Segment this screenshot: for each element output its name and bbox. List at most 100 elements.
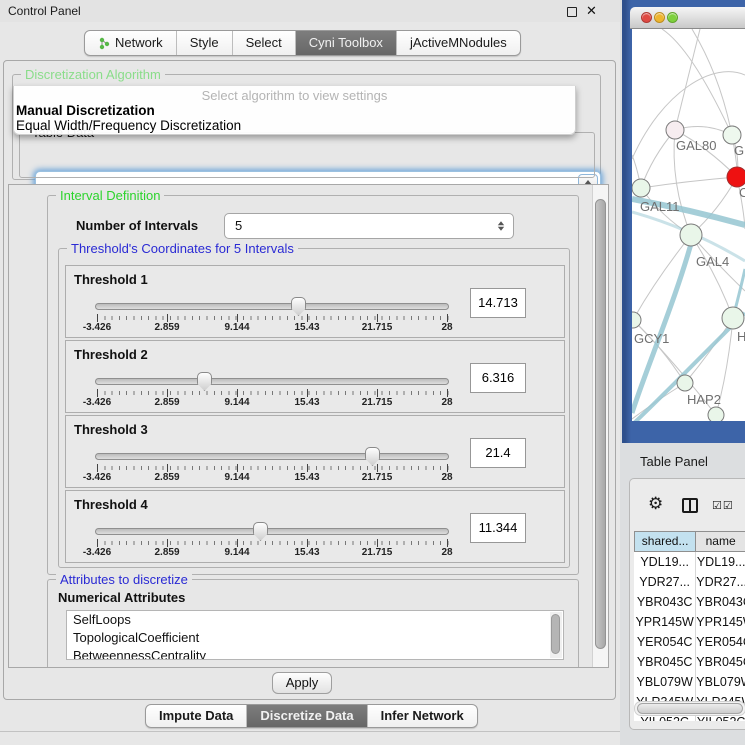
tab-select[interactable]: Select bbox=[232, 31, 295, 55]
table-row[interactable]: YBL079WYBL079W bbox=[634, 672, 745, 692]
table-row[interactable]: YER054CYER054C bbox=[634, 632, 745, 652]
node-gal4 bbox=[680, 224, 702, 246]
numerical-attributes-label: Numerical Attributes bbox=[58, 590, 185, 605]
group-title: Attributes to discretize bbox=[56, 572, 192, 587]
divider bbox=[0, 731, 620, 732]
table-row[interactable]: YBR045CYBR045C bbox=[634, 652, 745, 672]
threshold-label: Threshold 2 bbox=[74, 347, 148, 362]
number-of-intervals-label: Number of Intervals bbox=[76, 218, 198, 233]
group-title: Threshold's Coordinates for 5 Intervals bbox=[67, 241, 298, 256]
control-panel: Control Panel ✕ Network Style Select Cyn… bbox=[0, 0, 620, 745]
panel-title: Control Panel bbox=[8, 0, 81, 22]
node-gcy1 bbox=[632, 312, 641, 328]
node-gal11 bbox=[632, 179, 650, 197]
tab-discretize-data[interactable]: Discretize Data bbox=[246, 705, 366, 727]
threshold-3-slider[interactable] bbox=[95, 453, 449, 460]
threshold-label: Threshold 3 bbox=[74, 422, 148, 437]
node-partial-right bbox=[722, 307, 744, 329]
dropdown-option-manual[interactable]: Manual Discretization bbox=[14, 103, 575, 118]
tab-infer-network[interactable]: Infer Network bbox=[367, 705, 477, 727]
close-traffic-light-icon[interactable] bbox=[641, 12, 652, 23]
bottom-tab-bar: Impute Data Discretize Data Infer Networ… bbox=[145, 704, 478, 728]
threshold-3-panel: Threshold 3 -3.426 2.859 9.144 15.43 21.… bbox=[65, 415, 565, 488]
list-item[interactable]: SelfLoops bbox=[67, 611, 563, 629]
combo-arrows-icon bbox=[498, 221, 504, 231]
thresholds-coordinates-group: Threshold's Coordinates for 5 Intervals … bbox=[58, 248, 570, 568]
node-label-partial: H bbox=[737, 329, 745, 344]
numerical-attributes-list[interactable]: SelfLoops TopologicalCoefficient Between… bbox=[66, 610, 564, 660]
apply-button[interactable]: Apply bbox=[272, 672, 332, 694]
column-visibility-icon[interactable]: ☑☑ bbox=[712, 499, 734, 512]
interval-definition-group: Interval Definition Number of Intervals … bbox=[47, 195, 579, 575]
threshold-1-slider[interactable] bbox=[95, 303, 449, 310]
scrollbar-thumb[interactable] bbox=[637, 703, 743, 714]
dropdown-option-equal-width[interactable]: Equal Width/Frequency Discretization bbox=[14, 118, 575, 133]
table-row[interactable]: YPR145WYPR145W bbox=[634, 612, 745, 632]
table-row[interactable]: YBR043CYBR043C bbox=[634, 592, 745, 612]
zoom-traffic-light-icon[interactable] bbox=[667, 12, 678, 23]
algorithm-dropdown-popup: Select algorithm to view settings Manual… bbox=[13, 86, 576, 135]
node-partial-bottom bbox=[708, 407, 724, 421]
slider-thumb[interactable] bbox=[253, 522, 268, 541]
control-panel-titlebar: Control Panel ✕ bbox=[0, 0, 620, 22]
group-title: Discretization Algorithm bbox=[21, 67, 165, 82]
split-columns-icon[interactable] bbox=[682, 498, 698, 513]
tab-impute-data[interactable]: Impute Data bbox=[146, 705, 246, 727]
table-horizontal-scrollbar[interactable] bbox=[634, 701, 745, 716]
node-label-partial: G bbox=[734, 143, 744, 158]
threshold-4-slider[interactable] bbox=[95, 528, 449, 535]
table-panel: ⚙ ☑☑ shared... name YDL19...YDL19... YDR… bbox=[629, 478, 745, 730]
node-gal80 bbox=[666, 121, 684, 139]
network-window-titlebar[interactable] bbox=[630, 7, 745, 29]
slider-thumb[interactable] bbox=[291, 297, 306, 316]
table-data-group: Table Data galFiltered.sif default node bbox=[19, 132, 595, 178]
list-scrollbar[interactable] bbox=[550, 612, 562, 658]
list-item[interactable]: TopologicalCoefficient bbox=[67, 629, 563, 647]
column-header-name[interactable]: name bbox=[696, 531, 745, 552]
table-row[interactable]: YDL19...YDL19... bbox=[634, 552, 745, 572]
settings-scrollbar[interactable] bbox=[592, 185, 608, 667]
node-label-hap2: HAP2 bbox=[687, 392, 721, 407]
threshold-2-value-field[interactable]: 6.316 bbox=[470, 363, 526, 393]
attributes-to-discretize-group: Attributes to discretize Numerical Attri… bbox=[47, 579, 579, 668]
threshold-2-panel: Threshold 2 -3.426 2.859 9.144 15.43 21.… bbox=[65, 340, 565, 413]
list-item[interactable]: BetweennessCentrality bbox=[67, 647, 563, 660]
tab-jactivemnodules[interactable]: jActiveMNodules bbox=[396, 31, 520, 55]
table-panel-title: Table Panel bbox=[640, 454, 708, 469]
node-attribute-table: shared... name YDL19...YDL19... YDR27...… bbox=[634, 531, 745, 721]
column-header-shared-name[interactable]: shared... bbox=[634, 531, 696, 552]
dropdown-placeholder: Select algorithm to view settings bbox=[14, 88, 575, 103]
node-label-gal4: GAL4 bbox=[696, 254, 729, 269]
threshold-1-value-field[interactable]: 14.713 bbox=[470, 288, 526, 318]
network-graph: GAL80 G C GAL11 GAL4 GCY1 H HAP2 bbox=[632, 29, 745, 421]
threshold-label: Threshold 1 bbox=[74, 272, 148, 287]
network-canvas[interactable]: GAL80 G C GAL11 GAL4 GCY1 H HAP2 bbox=[632, 29, 745, 421]
close-icon[interactable]: ✕ bbox=[586, 3, 597, 19]
node-partial-top-right bbox=[723, 126, 741, 144]
node-label-gal80: GAL80 bbox=[676, 138, 716, 153]
number-of-intervals-combobox[interactable]: 5 bbox=[224, 213, 514, 239]
tab-style[interactable]: Style bbox=[176, 31, 232, 55]
top-tab-bar: Network Style Select Cyni Toolbox jActiv… bbox=[84, 30, 521, 56]
node-label-gcy1: GCY1 bbox=[634, 331, 669, 346]
slider-thumb[interactable] bbox=[197, 372, 212, 391]
group-title: Interval Definition bbox=[56, 188, 164, 203]
tab-label: Network bbox=[115, 31, 163, 55]
float-window-icon[interactable] bbox=[567, 7, 577, 17]
gear-icon[interactable]: ⚙ bbox=[648, 494, 663, 514]
table-row[interactable]: YDR27...YDR27... bbox=[634, 572, 745, 592]
table-header-row: shared... name bbox=[634, 531, 745, 552]
minimize-traffic-light-icon[interactable] bbox=[654, 12, 665, 23]
node-label-gal11: GAL11 bbox=[640, 199, 680, 214]
threshold-2-slider[interactable] bbox=[95, 378, 449, 385]
threshold-3-value-field[interactable]: 21.4 bbox=[470, 438, 526, 468]
threshold-4-value-field[interactable]: 11.344 bbox=[470, 513, 526, 543]
threshold-4-panel: Threshold 4 -3.426 2.859 9.144 15.43 21.… bbox=[65, 490, 565, 563]
network-graph-icon bbox=[98, 37, 111, 50]
settings-scroll-area: Interval Definition Number of Intervals … bbox=[8, 184, 609, 668]
combo-value: 5 bbox=[235, 214, 242, 238]
node-hap2 bbox=[677, 375, 693, 391]
tab-network[interactable]: Network bbox=[85, 31, 176, 55]
scrollbar-thumb[interactable] bbox=[595, 199, 606, 649]
tab-cyni-toolbox[interactable]: Cyni Toolbox bbox=[295, 31, 396, 55]
